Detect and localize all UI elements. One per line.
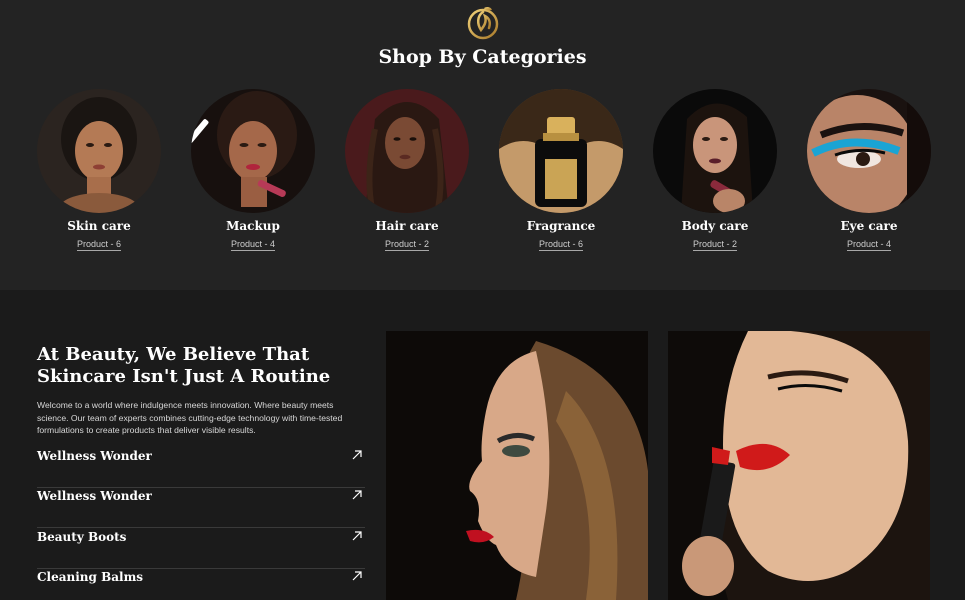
feature-link-beauty-boots[interactable]: Beauty Boots: [37, 529, 365, 569]
category-product-count-link[interactable]: Product - 2: [692, 239, 738, 251]
category-name[interactable]: Eye care: [807, 219, 931, 233]
arrow-up-right-icon[interactable]: [351, 530, 363, 542]
arrow-up-right-icon[interactable]: [351, 570, 363, 582]
arrow-up-right-icon[interactable]: [351, 489, 363, 501]
category-card-fragrance[interactable]: Fragrance Product - 6: [499, 89, 623, 252]
category-card-hair-care[interactable]: Hair care Product - 2: [345, 89, 469, 252]
category-product-count-link[interactable]: Product - 6: [76, 239, 122, 251]
category-product-count-link[interactable]: Product - 4: [846, 239, 892, 251]
category-image[interactable]: [37, 89, 161, 213]
feature-label[interactable]: Cleaning Balms: [37, 569, 143, 585]
model-profile-photo: [386, 331, 648, 600]
arrow-up-right-icon[interactable]: [351, 449, 363, 461]
about-title: At Beauty, We Believe That Skincare Isn'…: [37, 344, 331, 387]
category-product-count-link[interactable]: Product - 6: [538, 239, 584, 251]
category-name[interactable]: Mackup: [191, 219, 315, 233]
category-product-count-link[interactable]: Product - 2: [384, 239, 430, 251]
category-card-eye-care[interactable]: Eye care Product - 4: [807, 89, 931, 252]
category-name[interactable]: Body care: [653, 219, 777, 233]
category-card-body-care[interactable]: Body care Product - 2: [653, 89, 777, 252]
category-name[interactable]: Skin care: [37, 219, 161, 233]
model-lipstick-photo: [668, 331, 930, 600]
category-image[interactable]: [807, 89, 931, 213]
feature-label[interactable]: Beauty Boots: [37, 529, 126, 545]
category-image[interactable]: [345, 89, 469, 213]
feature-link-wellness-wonder-2[interactable]: Wellness Wonder: [37, 488, 365, 528]
category-name[interactable]: Fragrance: [499, 219, 623, 233]
category-card-mackup[interactable]: Mackup Product - 4: [191, 89, 315, 252]
leaf-face-logo-icon: [467, 6, 499, 40]
category-card-skin-care[interactable]: Skin care Product - 6: [37, 89, 161, 252]
category-product-count-link[interactable]: Product - 4: [230, 239, 276, 251]
feature-link-cleaning-balms[interactable]: Cleaning Balms: [37, 569, 365, 600]
feature-link-wellness-wonder-1[interactable]: Wellness Wonder: [37, 448, 365, 488]
about-description: Welcome to a world where indulgence meet…: [37, 400, 343, 435]
section-title: Shop By Categories: [378, 46, 587, 68]
category-image[interactable]: [499, 89, 623, 213]
category-image[interactable]: [653, 89, 777, 213]
feature-label[interactable]: Wellness Wonder: [37, 448, 152, 464]
category-name[interactable]: Hair care: [345, 219, 469, 233]
feature-label[interactable]: Wellness Wonder: [37, 488, 152, 504]
category-image[interactable]: [191, 89, 315, 213]
